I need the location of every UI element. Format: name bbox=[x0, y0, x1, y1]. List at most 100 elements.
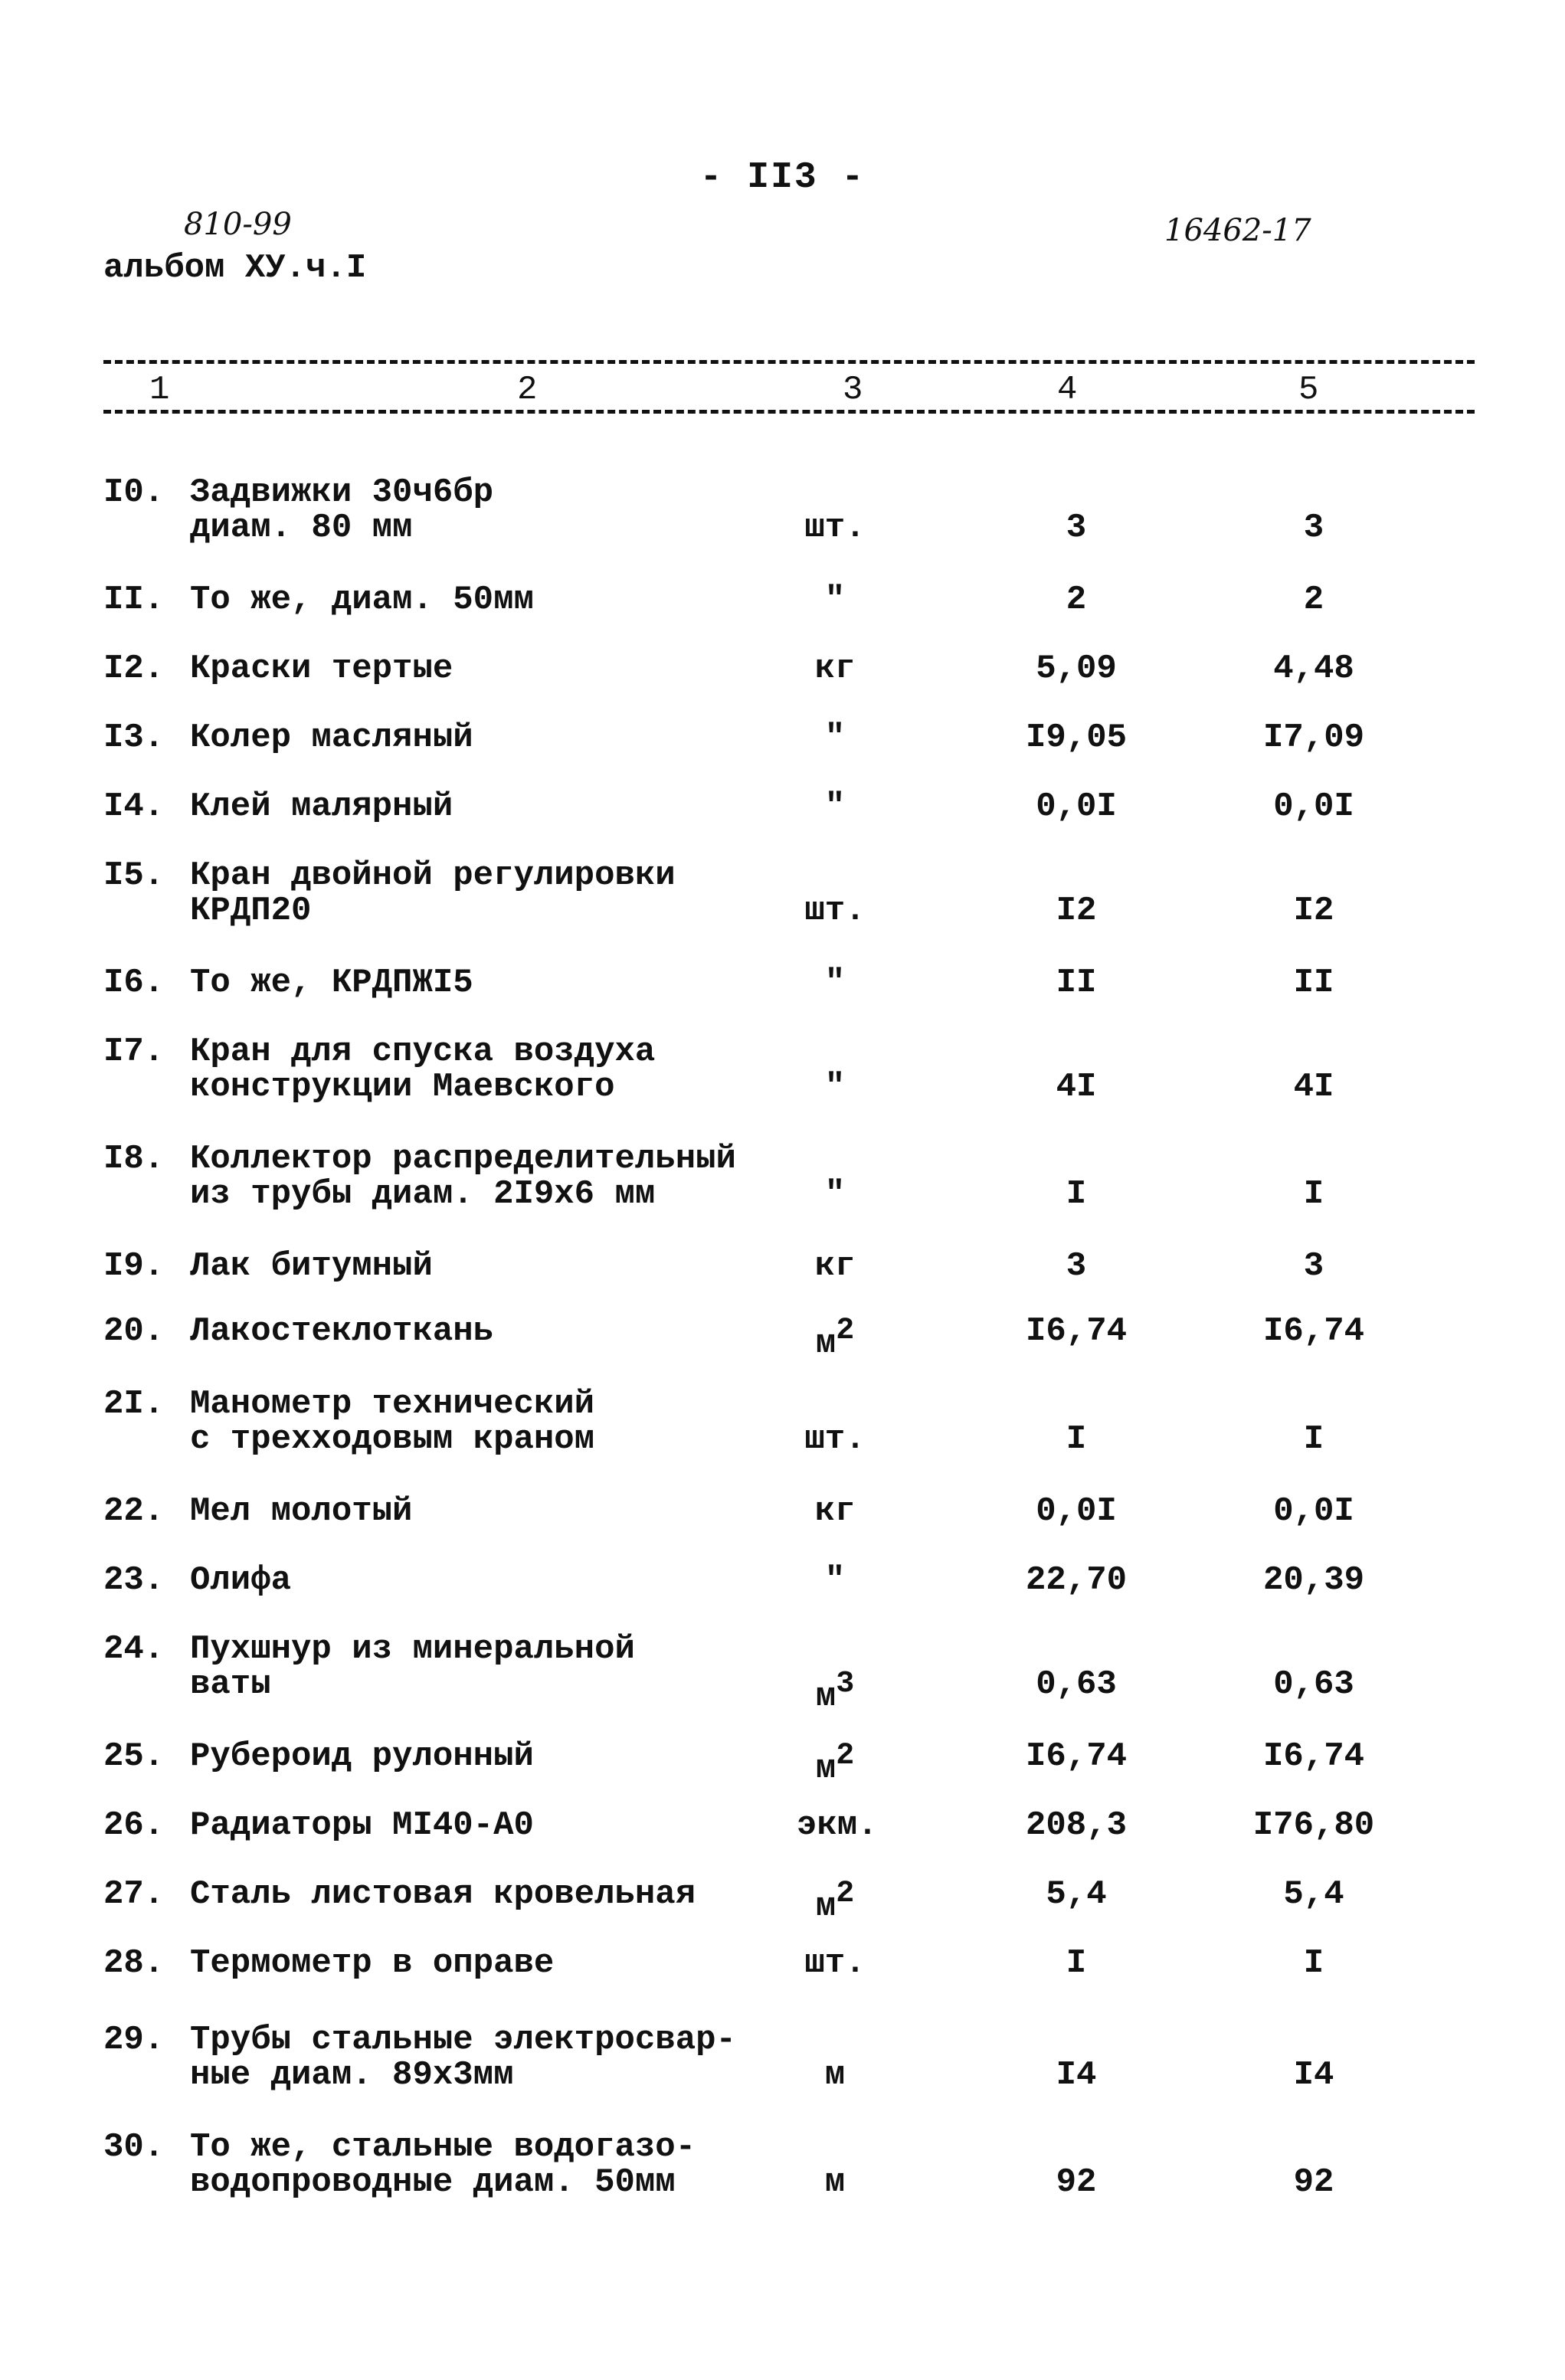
row-unit: м2 bbox=[815, 1877, 855, 1926]
row-value-col5: II bbox=[1293, 964, 1334, 1002]
row-unit: кг bbox=[814, 650, 856, 688]
row-item-name: Трубы стальные электросвар- ные диам. 89… bbox=[190, 2021, 736, 2094]
row-item-name: Термометр в оправе bbox=[190, 1944, 555, 1982]
row-number: 22. bbox=[103, 1492, 165, 1530]
row-item-name: Лакостеклоткань bbox=[190, 1312, 494, 1350]
row-value-col4: I6,74 bbox=[1025, 1312, 1128, 1350]
handwritten-reference-right: 16462-17 bbox=[1164, 213, 1311, 248]
row-value-col5: I bbox=[1303, 1944, 1324, 1982]
row-value-col5: 20,39 bbox=[1262, 1561, 1365, 1599]
row-value-col4: I4 bbox=[1056, 2056, 1097, 2094]
row-number: 30. bbox=[103, 2128, 165, 2166]
row-number: I3. bbox=[103, 719, 165, 757]
unit-exponent: 2 bbox=[836, 1314, 855, 1348]
row-unit: " bbox=[824, 964, 846, 1002]
row-unit: шт. bbox=[804, 1944, 866, 1982]
row-unit: " bbox=[824, 719, 846, 757]
row-number: 20. bbox=[103, 1312, 165, 1350]
row-number: I5. bbox=[103, 856, 165, 895]
row-number: 2I. bbox=[103, 1385, 165, 1423]
row-value-col4: I bbox=[1066, 1944, 1087, 1982]
row-value-col5: I bbox=[1303, 1175, 1324, 1213]
row-value-col5: 0,0I bbox=[1273, 787, 1354, 826]
row-unit: экм. bbox=[797, 1806, 878, 1845]
row-value-col4: I9,05 bbox=[1025, 719, 1128, 757]
row-item-name: То же, КРДПЖI5 bbox=[190, 964, 473, 1002]
row-item-name: Радиаторы МI40-А0 bbox=[190, 1806, 534, 1845]
row-number: I7. bbox=[103, 1033, 165, 1071]
row-value-col5: 2 bbox=[1303, 581, 1324, 619]
row-value-col5: 3 bbox=[1303, 509, 1324, 547]
row-number: II. bbox=[103, 581, 165, 619]
row-value-col4: I bbox=[1066, 1175, 1087, 1213]
row-value-col5: 4I bbox=[1293, 1068, 1334, 1106]
row-value-col5: I7,09 bbox=[1262, 719, 1365, 757]
row-value-col4: 0,0I bbox=[1036, 1492, 1117, 1530]
row-number: I2. bbox=[103, 650, 165, 688]
row-value-col4: 0,0I bbox=[1036, 787, 1117, 826]
unit-exponent: 2 bbox=[836, 1877, 855, 1911]
row-unit: " bbox=[824, 1068, 846, 1106]
row-item-name: Олифа bbox=[190, 1561, 292, 1599]
row-value-col4: 208,3 bbox=[1025, 1806, 1128, 1845]
page-number: - II3 - bbox=[699, 157, 866, 198]
row-value-col4: 5,09 bbox=[1036, 650, 1117, 688]
row-item-name: Краски тертые bbox=[190, 650, 453, 688]
row-unit: м2 bbox=[815, 1314, 855, 1363]
row-value-col4: I bbox=[1066, 1420, 1087, 1458]
row-value-col5: I6,74 bbox=[1262, 1737, 1365, 1776]
row-value-col4: I6,74 bbox=[1025, 1737, 1128, 1776]
row-value-col4: 4I bbox=[1056, 1068, 1097, 1106]
album-label: альбом ХУ.ч.I bbox=[103, 249, 367, 287]
row-item-name: Лак битумный bbox=[190, 1247, 433, 1285]
row-unit: шт. bbox=[804, 509, 866, 547]
row-item-name: Мел молотый bbox=[190, 1492, 413, 1530]
row-number: 29. bbox=[103, 2021, 165, 2059]
row-unit: шт. bbox=[804, 1420, 866, 1458]
row-value-col5: I4 bbox=[1293, 2056, 1334, 2094]
row-value-col5: I76,80 bbox=[1252, 1806, 1375, 1845]
row-item-name: Рубероид рулонный bbox=[190, 1737, 534, 1776]
row-unit: " bbox=[824, 1175, 846, 1213]
row-value-col5: I2 bbox=[1293, 892, 1334, 930]
row-value-col5: 3 bbox=[1303, 1247, 1324, 1285]
row-item-name: Задвижки 30ч6бр диам. 80 мм bbox=[190, 473, 494, 547]
row-value-col4: 0,63 bbox=[1036, 1665, 1117, 1704]
column-number-1: 1 bbox=[149, 371, 170, 409]
handwritten-reference-left: 810-99 bbox=[184, 207, 292, 242]
row-number: 23. bbox=[103, 1561, 165, 1599]
row-value-col5: 0,0I bbox=[1273, 1492, 1354, 1530]
column-number-5: 5 bbox=[1298, 371, 1319, 409]
row-number: I9. bbox=[103, 1247, 165, 1285]
row-number: 24. bbox=[103, 1630, 165, 1668]
row-item-name: Сталь листовая кровельная bbox=[190, 1875, 696, 1913]
row-value-col5: I bbox=[1303, 1420, 1324, 1458]
row-value-col5: 0,63 bbox=[1273, 1665, 1354, 1704]
row-number: I4. bbox=[103, 787, 165, 826]
row-item-name: Кран двойной регулировки КРДП20 bbox=[190, 856, 676, 930]
row-unit: шт. bbox=[804, 892, 866, 930]
row-number: I8. bbox=[103, 1140, 165, 1178]
row-item-name: Пухшнур из минеральной ваты bbox=[190, 1630, 635, 1704]
row-value-col4: 5,4 bbox=[1046, 1875, 1107, 1913]
row-number: I6. bbox=[103, 964, 165, 1002]
row-value-col4: 2 bbox=[1066, 581, 1087, 619]
column-number-2: 2 bbox=[517, 371, 538, 409]
column-number-4: 4 bbox=[1057, 371, 1078, 409]
row-unit: кг bbox=[814, 1492, 856, 1530]
row-item-name: То же, диам. 50мм bbox=[190, 581, 534, 619]
row-unit: кг bbox=[814, 1247, 856, 1285]
column-number-3: 3 bbox=[843, 371, 863, 409]
row-item-name: Манометр технический с трехходовым крано… bbox=[190, 1385, 595, 1458]
row-number: 28. bbox=[103, 1944, 165, 1982]
row-unit: м2 bbox=[815, 1739, 855, 1788]
row-item-name: Колер масляный bbox=[190, 719, 473, 757]
row-value-col5: I6,74 bbox=[1262, 1312, 1365, 1350]
row-unit: " bbox=[824, 1561, 846, 1599]
row-value-col4: II bbox=[1056, 964, 1097, 1002]
unit-exponent: 2 bbox=[836, 1739, 855, 1773]
row-value-col5: 4,48 bbox=[1273, 650, 1354, 688]
row-unit: " bbox=[824, 581, 846, 619]
row-unit: м bbox=[824, 2056, 846, 2094]
row-unit: м3 bbox=[815, 1667, 855, 1716]
